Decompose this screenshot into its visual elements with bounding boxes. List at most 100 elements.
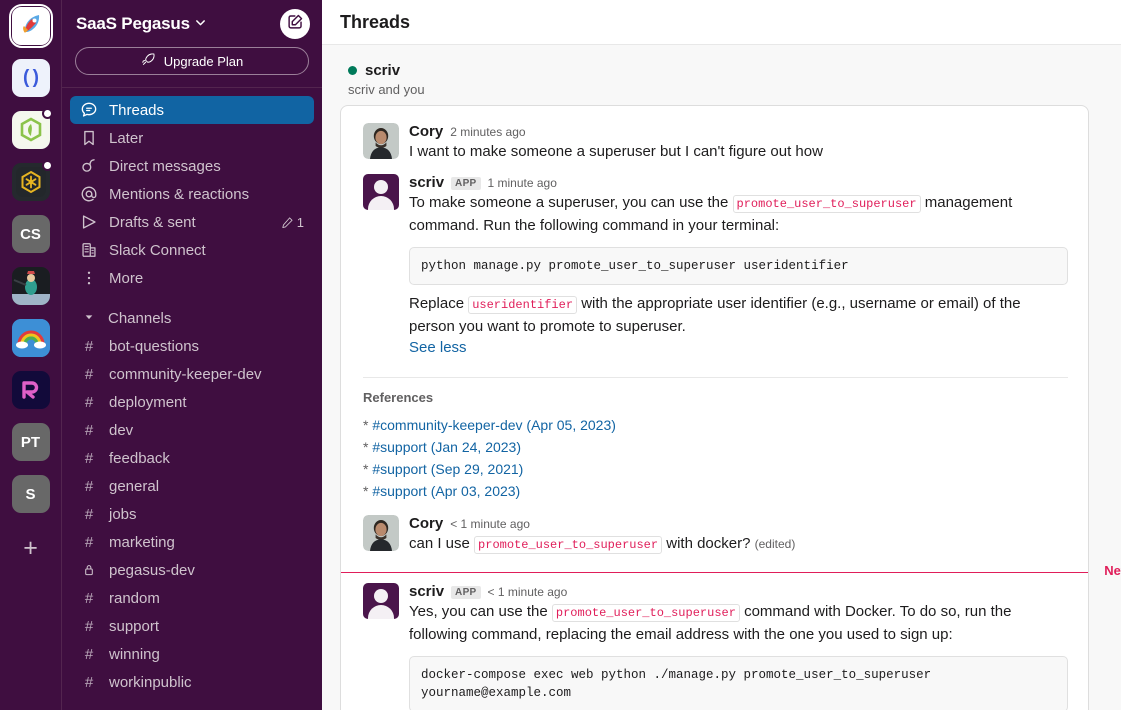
channel-item-support[interactable]: # support [70,612,314,640]
avatar[interactable] [363,123,399,159]
add-workspace-button[interactable]: + [12,529,50,567]
at-icon [80,185,98,203]
workspace-tile [11,319,50,357]
avatar-body [368,605,394,619]
workspace-icon-cs[interactable]: CS [11,215,50,253]
avatar[interactable] [363,515,399,551]
workspace-icon-parens[interactable]: ( ) [11,59,50,97]
code-block[interactable]: python manage.py promote_user_to_superus… [409,247,1068,285]
reference-item[interactable]: * #support (Jan 24, 2023) [363,436,1068,458]
references-title: References [363,390,434,405]
reference-item[interactable]: * #support (Apr 03, 2023) [363,480,1068,502]
workspace-tile: PT [11,423,50,461]
message-author[interactable]: Cory [409,515,443,532]
workspace-icon-pt[interactable]: PT [11,423,50,461]
hash-icon: # [84,533,94,551]
sidebar-item-direct-messages[interactable]: Direct messages [70,152,314,180]
message-text: To make someone a superuser, you can use… [409,192,1068,237]
workspace-icon-r-mark[interactable] [11,371,50,409]
reference-link[interactable]: #community-keeper-dev (Apr 05, 2023) [372,417,616,433]
channel-item-workinpublic[interactable]: # workinpublic [70,668,314,696]
main-panel: Threads scriv scriv and you Cory 2 minut… [322,0,1121,710]
compose-button[interactable] [280,9,310,39]
channel-item-jobs[interactable]: # jobs [70,500,314,528]
channel-item-random[interactable]: # random [70,584,314,612]
sidebar-item-label: Threads [109,101,165,119]
sidebar-item-label: Slack Connect [109,241,206,259]
reference-bullet: * [363,483,369,499]
hash-icon: # [84,393,94,411]
app-badge: APP [451,586,481,599]
channel-item-marketing[interactable]: # marketing [70,528,314,556]
reference-item[interactable]: * #support (Sep 29, 2021) [363,458,1068,480]
channels-section-label: Channels [108,309,172,327]
channel-name: jobs [109,505,137,523]
sidebar-item-threads[interactable]: Threads [70,96,314,124]
workspace-icon-pegasus-rocket[interactable] [8,4,53,48]
avatar[interactable] [363,583,399,619]
sidebar-item-later[interactable]: Later [70,124,314,152]
workspace-icon-s[interactable]: S [11,475,50,513]
channel-item-feedback[interactable]: # feedback [70,444,314,472]
message-author[interactable]: scriv [409,583,444,600]
thread-participant-name: scriv [365,62,401,79]
channel-item-general[interactable]: # general [70,472,314,500]
sidebar-item-label: Direct messages [109,157,221,175]
message-row: Cory < 1 minute ago can I use promote_us… [341,512,1088,564]
channel-item-community-keeper-dev[interactable]: # community-keeper-dev [70,360,314,388]
sidebar-item-slack-connect[interactable]: Slack Connect [70,236,314,264]
reference-link[interactable]: #support (Apr 03, 2023) [372,483,520,499]
reference-item[interactable]: * #community-keeper-dev (Apr 05, 2023) [363,414,1068,436]
drafts-count: 1 [296,214,304,230]
sidebar-item-label: Later [109,129,144,147]
sidebar-item-drafts-sent[interactable]: Drafts & sent 1 [70,208,314,236]
channel-name: general [109,477,160,495]
avatar[interactable] [363,174,399,210]
chevron-down-icon [195,17,206,31]
channel-item-bot-questions[interactable]: # bot-questions [70,332,314,360]
upgrade-plan-wrapper: Upgrade Plan [62,43,322,87]
channel-item-winning[interactable]: # winning [70,640,314,668]
reference-bullet: * [363,417,369,433]
reference-link[interactable]: #support (Sep 29, 2021) [372,461,523,477]
hash-icon: # [84,365,94,383]
upgrade-plan-button[interactable]: Upgrade Plan [75,47,309,75]
message-timestamp: < 1 minute ago [450,517,530,531]
message-text-segment: Yes, you can use the [409,603,552,620]
unread-dot-icon [41,108,53,119]
workspace-icon-yellow-hex[interactable] [11,160,53,201]
channel-item-pegasus-dev[interactable]: pegasus-dev [70,556,314,584]
message-timestamp: 2 minutes ago [450,125,526,139]
message-author[interactable]: Cory [409,123,443,140]
workspace-tile: CS [11,215,50,253]
message-author[interactable]: scriv [409,174,444,191]
drafts-badge: 1 [281,215,304,230]
thread-participants-subtitle: scriv and you [348,82,425,97]
sidebar-item-more[interactable]: More [70,264,314,292]
thread-scroll-area[interactable]: scriv scriv and you Cory 2 minutes ago I… [322,45,1121,710]
direct-messages-icon [80,157,98,175]
unread-dot-icon [41,160,53,171]
lock-icon [80,563,98,577]
workspace-switcher[interactable]: SaaS Pegasus [76,14,206,34]
workspace-icon-rainbow[interactable] [11,319,50,357]
channel-item-dev[interactable]: # dev [70,416,314,444]
workspace-icon-photo-ws[interactable] [11,267,50,305]
inline-code: promote_user_to_superuser [551,604,740,622]
workspace-icon-green-leaf[interactable] [11,108,53,149]
see-less-link[interactable]: See less [409,339,467,356]
inline-code: promote_user_to_superuser [474,536,663,554]
sidebar-item-label: Drafts & sent [109,213,196,231]
reference-link[interactable]: #support (Jan 24, 2023) [372,439,521,455]
hash-icon: # [84,421,94,439]
channels-section-header[interactable]: Channels [70,304,314,332]
inline-code: useridentifier [468,296,578,314]
main-header: Threads [322,0,1121,45]
channel-list: # bot-questions # community-keeper-dev # depl… [62,332,322,696]
message-text: Yes, you can use the promote_user_to_sup… [409,601,1068,646]
code-block[interactable]: docker-compose exec web python ./manage.… [409,656,1068,710]
sidebar-item-mentions-reactions[interactable]: Mentions & reactions [70,180,314,208]
workspace-tile [11,267,50,305]
hash-icon: # [84,589,94,607]
channel-item-deployment[interactable]: # deployment [70,388,314,416]
